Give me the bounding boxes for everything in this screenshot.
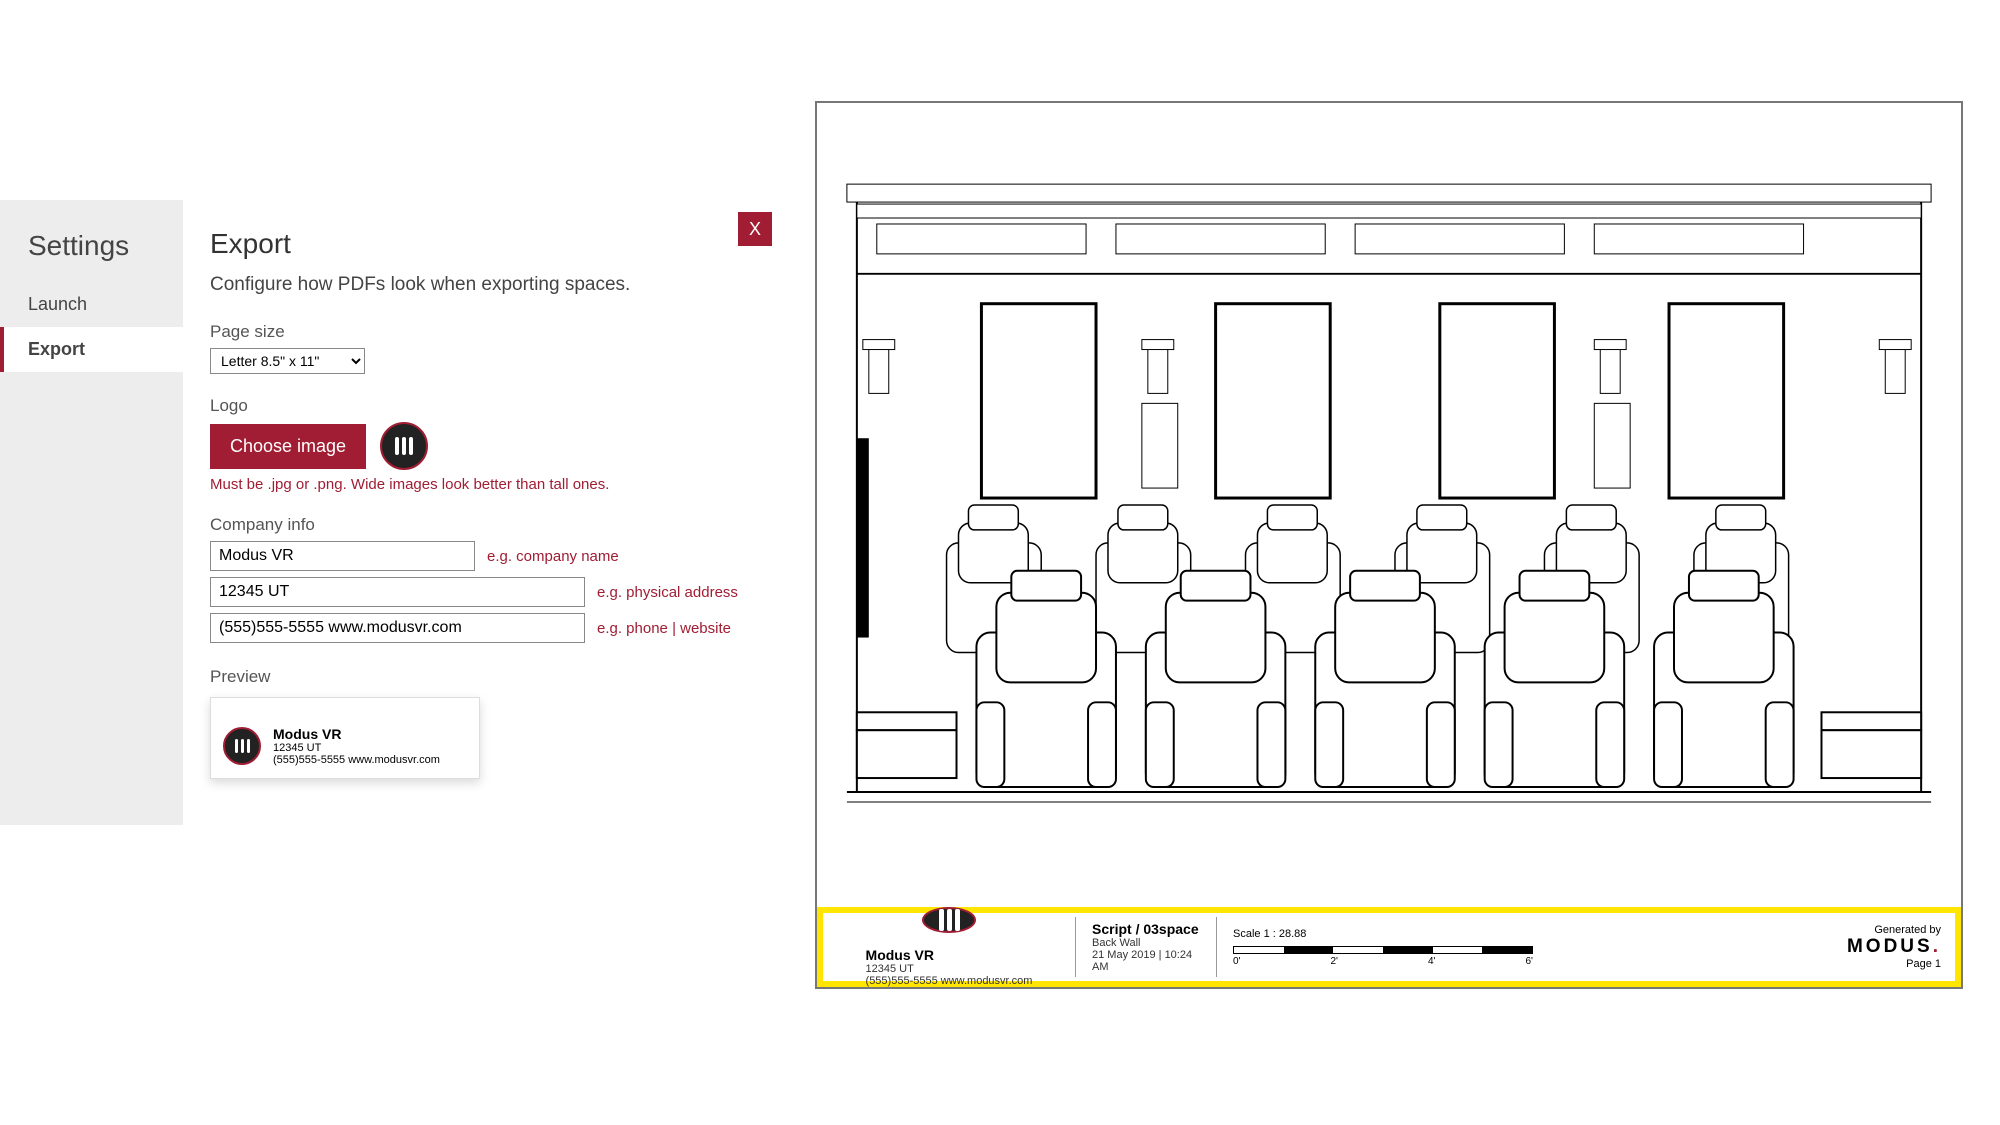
close-button[interactable]: X (738, 212, 772, 246)
company-contact-input[interactable] (210, 613, 585, 643)
footer-script-title: Script / 03space (1092, 921, 1200, 937)
scale-tick-0: 0' (1233, 956, 1240, 967)
page-size-label: Page size (210, 322, 780, 342)
export-panel: X Export Configure how PDFs look when ex… (210, 200, 780, 779)
logo-label: Logo (210, 396, 780, 416)
scale-tick-1: 2' (1331, 956, 1338, 967)
footer-scale-label: Scale 1 : 28.88 (1233, 928, 1533, 940)
settings-sidebar: Settings Launch Export (0, 200, 183, 825)
scale-tick-3: 6' (1526, 956, 1533, 967)
footer-script-date: 21 May 2019 | 10:24 AM (1092, 949, 1200, 973)
page-title: Export (210, 228, 780, 260)
footer-script-wall: Back Wall (1092, 937, 1200, 949)
elevation-drawing (817, 103, 1961, 909)
scale-tick-2: 4' (1428, 956, 1435, 967)
footer-company-addr: 12345 UT (866, 963, 1033, 975)
preview-label: Preview (210, 667, 780, 687)
preview-contact: (555)555-5555 www.modusvr.com (273, 754, 440, 766)
company-name-input[interactable] (210, 541, 475, 571)
sidebar-item-launch[interactable]: Launch (0, 282, 183, 327)
logo-hint: Must be .jpg or .png. Wide images look b… (210, 476, 780, 493)
company-name-example: e.g. company name (487, 548, 619, 565)
footer-company-contact: (555)555-5555 www.modusvr.com (866, 975, 1033, 987)
choose-image-button[interactable]: Choose image (210, 424, 366, 469)
footer-right: Generated by MODUS. Page 1 (1833, 916, 1955, 978)
company-contact-example: e.g. phone | website (597, 620, 731, 637)
preview-addr: 12345 UT (273, 742, 440, 754)
scale-bar: 0' 2' 4' 6' (1233, 942, 1533, 966)
sidebar-title: Settings (0, 200, 183, 282)
footer-brand: MODUS. (1847, 936, 1941, 958)
company-address-example: e.g. physical address (597, 584, 738, 601)
drawing-preview: Modus VR 12345 UT (555)555-5555 www.modu… (815, 101, 1963, 989)
company-info-label: Company info (210, 515, 780, 535)
footer-generated-label: Generated by (1847, 924, 1941, 936)
preview-logo-icon (223, 727, 261, 765)
footer-company-name: Modus VR (866, 947, 1033, 963)
page-size-select[interactable]: Letter 8.5" x 11" (210, 348, 365, 374)
sidebar-item-export[interactable]: Export (0, 327, 183, 372)
footer-page: Page 1 (1847, 958, 1941, 970)
logo-preview-icon (380, 422, 428, 470)
page-subtitle: Configure how PDFs look when exporting s… (210, 274, 780, 296)
preview-card: Modus VR 12345 UT (555)555-5555 www.modu… (210, 697, 480, 779)
footer-logo-icon (922, 907, 976, 933)
preview-name: Modus VR (273, 726, 440, 742)
company-address-input[interactable] (210, 577, 585, 607)
drawing-footer: Modus VR 12345 UT (555)555-5555 www.modu… (817, 907, 1961, 987)
